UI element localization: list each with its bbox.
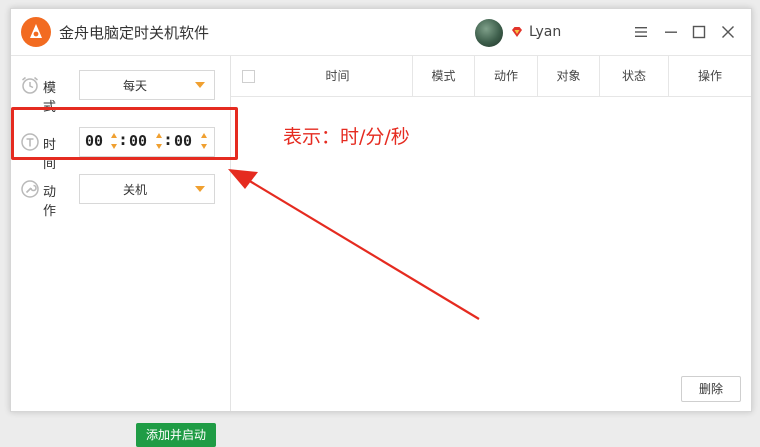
task-table-header: 时间 模式 动作 对象 状态 操作: [231, 56, 751, 97]
close-icon[interactable]: [717, 21, 739, 43]
mode-label: 模式: [43, 81, 57, 115]
timer-icon: [21, 133, 39, 151]
title-bar: 金舟电脑定时关机软件 Lyan: [11, 9, 751, 56]
add-and-start-button[interactable]: 添加并启动: [136, 423, 216, 447]
action-select[interactable]: 关机: [79, 174, 215, 204]
action-label: 动作: [43, 185, 57, 219]
settings-panel: 模式 每天 时间 00 : 00 : 00 动作 关机 添加并启动: [11, 56, 231, 447]
user-avatar[interactable]: [475, 19, 503, 47]
minute-spinner[interactable]: [156, 133, 163, 151]
column-header-mode[interactable]: 模式: [413, 56, 475, 96]
column-header-target[interactable]: 对象: [538, 56, 600, 96]
time-input[interactable]: 00 : 00 : 00: [79, 127, 215, 157]
action-value: 关机: [122, 183, 147, 197]
delete-button[interactable]: 删除: [681, 376, 741, 402]
wrench-icon: [21, 180, 39, 198]
minimize-icon[interactable]: [660, 21, 682, 43]
username[interactable]: Lyan: [529, 24, 561, 40]
app-window: 金舟电脑定时关机软件 Lyan 模式 每天 时间 00: 00: 00 动作…: [10, 8, 752, 447]
select-all-checkbox[interactable]: [242, 70, 255, 83]
time-label: 时间: [43, 138, 57, 172]
hour-spinner[interactable]: [111, 133, 118, 151]
app-title: 金舟电脑定时关机软件: [59, 24, 210, 42]
chevron-down-icon: [195, 186, 205, 192]
time-separator: :: [120, 131, 126, 149]
second-field[interactable]: 00: [174, 132, 192, 150]
menu-icon[interactable]: [630, 21, 652, 43]
app-logo-icon: [21, 17, 51, 47]
hour-field[interactable]: 00: [85, 132, 103, 150]
column-header-status[interactable]: 状态: [600, 56, 669, 96]
time-separator: :: [165, 131, 171, 149]
chevron-down-icon: [195, 82, 205, 88]
mode-value: 每天: [122, 79, 147, 93]
maximize-icon[interactable]: [688, 21, 710, 43]
column-header-action[interactable]: 动作: [475, 56, 538, 96]
mode-select[interactable]: 每天: [79, 70, 215, 100]
alarm-clock-icon: [22, 76, 38, 94]
column-header-operation[interactable]: 操作: [669, 56, 751, 96]
second-spinner[interactable]: [201, 133, 208, 151]
annotation-text: 表示：时/分/秒: [283, 126, 410, 148]
column-header-time[interactable]: 时间: [263, 56, 413, 96]
minute-field[interactable]: 00: [129, 132, 147, 150]
vip-diamond-icon: [512, 27, 522, 37]
